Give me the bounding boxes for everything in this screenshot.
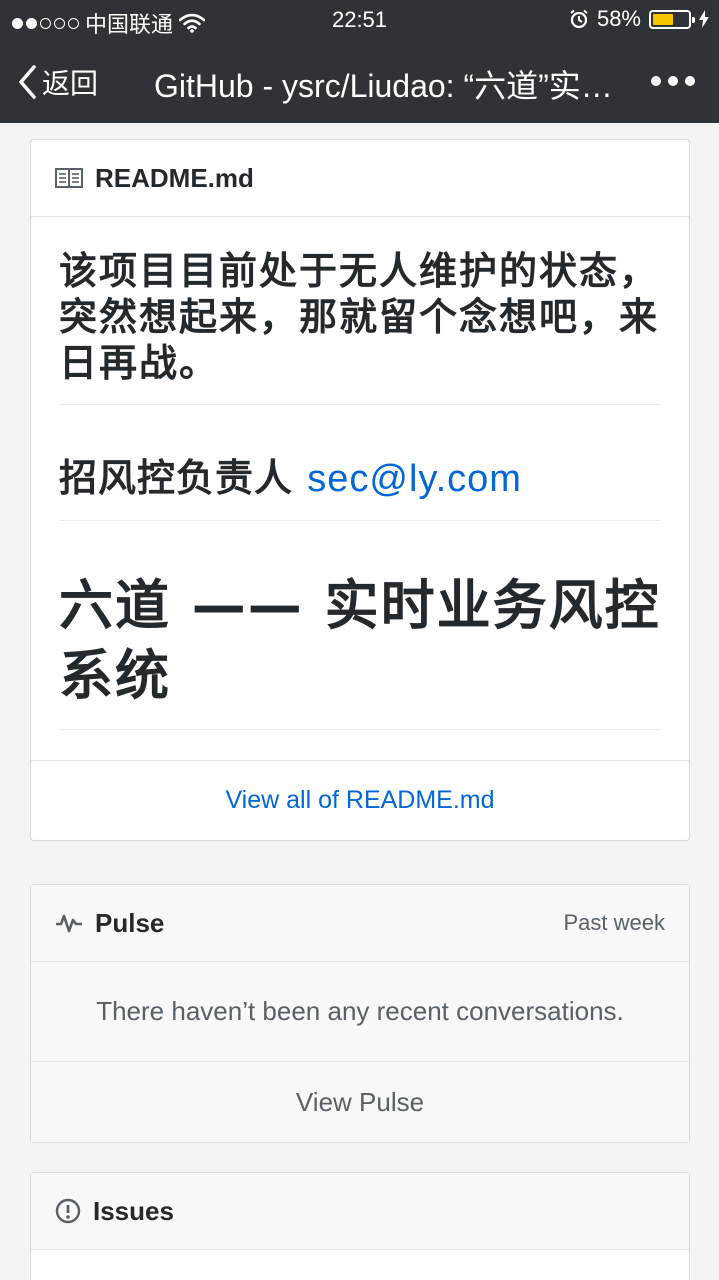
readme-notice-heading: 该项目目前处于无人维护的状态，突然想起来，那就留个念想吧，来日再战。 bbox=[59, 217, 661, 405]
pulse-title: Pulse bbox=[95, 907, 165, 938]
readme-hiring-heading: 招风控负责人 sec@ly.com bbox=[59, 405, 661, 521]
pulse-message: There haven’t been any recent conversati… bbox=[31, 962, 689, 1062]
readme-filename: README.md bbox=[95, 162, 254, 193]
status-right: 58% bbox=[569, 6, 709, 32]
readme-card: README.md 该项目目前处于无人维护的状态，突然想起来，那就留个念想吧，来… bbox=[30, 139, 690, 841]
pulse-icon bbox=[56, 914, 82, 933]
issues-title: Issues bbox=[93, 1195, 174, 1226]
hiring-text: 招风控负责人 bbox=[59, 456, 308, 500]
readme-project-title: 六道 —— 实时业务风控系统 bbox=[59, 521, 661, 730]
readme-header: README.md bbox=[31, 140, 689, 217]
pulse-period: Past week bbox=[563, 910, 666, 935]
pulse-card: Pulse Past week There haven’t been any r… bbox=[30, 884, 690, 1143]
book-icon bbox=[55, 168, 83, 188]
pulse-header: Pulse Past week bbox=[31, 885, 689, 962]
battery-icon bbox=[649, 9, 695, 29]
navigation-bar: 返回 GitHub - ysrc/Liudao: “六道”实时业务风控系统 bbox=[0, 40, 719, 123]
issues-header: Issues bbox=[31, 1173, 689, 1250]
email-link[interactable]: sec@ly.com bbox=[307, 458, 522, 500]
battery-fill bbox=[653, 13, 673, 25]
view-all-readme-link[interactable]: View all of README.md bbox=[31, 760, 689, 840]
more-dot-icon bbox=[651, 76, 661, 86]
readme-content: 该项目目前处于无人维护的状态，突然想起来，那就留个念想吧，来日再战。 招风控负责… bbox=[31, 217, 689, 760]
issue-opened-icon bbox=[55, 1198, 81, 1224]
issues-card: Issues bbox=[30, 1172, 690, 1280]
chevron-left-icon bbox=[19, 65, 36, 99]
battery-percent: 58% bbox=[596, 6, 641, 31]
more-menu-button[interactable] bbox=[651, 76, 695, 86]
view-pulse-button[interactable]: View Pulse bbox=[31, 1062, 689, 1142]
alarm-icon bbox=[570, 9, 588, 29]
top-bar: 中国联通 22:51 58% 返回 GitHub - ysrc/Liudao: … bbox=[0, 0, 719, 123]
back-label: 返回 bbox=[42, 68, 99, 99]
back-button[interactable]: 返回 bbox=[18, 62, 98, 102]
page-title: GitHub - ysrc/Liudao: “六道”实时业务风控系统 bbox=[154, 68, 614, 104]
charging-bolt-icon bbox=[699, 10, 709, 28]
status-bar: 中国联通 22:51 58% bbox=[0, 0, 719, 40]
